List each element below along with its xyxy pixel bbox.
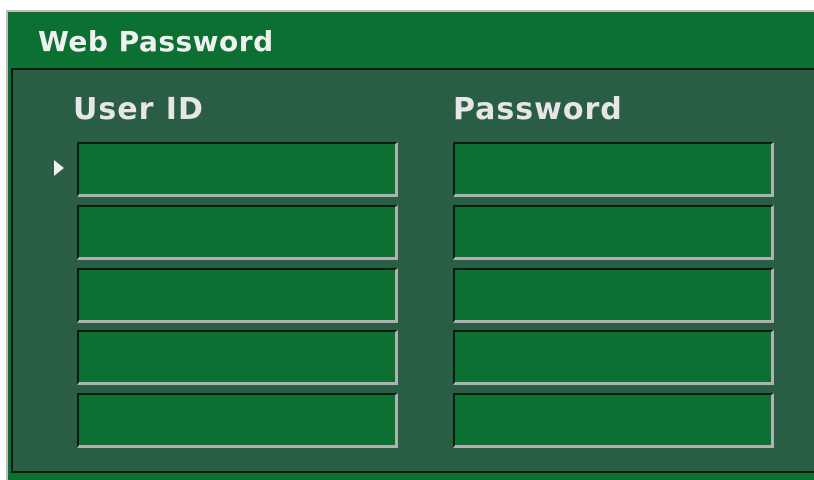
- password-field-3[interactable]: [453, 268, 774, 323]
- user-id-field-3[interactable]: [77, 268, 398, 323]
- credentials-panel: User ID Password: [11, 68, 814, 473]
- user-id-field-5[interactable]: [77, 393, 398, 448]
- user-id-field-2[interactable]: [77, 205, 398, 260]
- password-field-2[interactable]: [453, 205, 774, 260]
- user-id-field-4[interactable]: [77, 330, 398, 385]
- password-field-4[interactable]: [453, 330, 774, 385]
- row-pointer-icon: [54, 160, 64, 176]
- user-id-field-1[interactable]: [77, 142, 398, 197]
- window-title: Web Password: [38, 25, 274, 58]
- user-id-column-header: User ID: [73, 92, 204, 127]
- password-field-5[interactable]: [453, 393, 774, 448]
- web-password-window: Web Password User ID Password: [6, 10, 814, 480]
- password-column-header: Password: [453, 92, 623, 127]
- password-field-1[interactable]: [453, 142, 774, 197]
